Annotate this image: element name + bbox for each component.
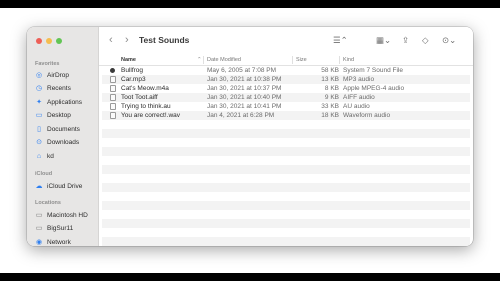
home-icon: ⌂ <box>36 152 42 160</box>
file-kind: AIFF audio <box>343 94 375 101</box>
disk-icon: ▭ <box>35 225 43 232</box>
empty-row <box>102 228 470 237</box>
sidebar-item-kd[interactable]: ⌂ kd <box>35 150 54 162</box>
sidebar-item-documents[interactable]: ▯ Documents <box>35 123 80 135</box>
close-button[interactable] <box>36 38 42 44</box>
sidebar-item-label: AirDrop <box>47 71 70 79</box>
more-actions-icon[interactable]: ⊙⌄ <box>442 34 456 46</box>
empty-row <box>102 138 470 147</box>
sidebar-item-label: Applications <box>47 98 83 106</box>
sidebar-item-desktop[interactable]: ▭ Desktop <box>35 110 71 122</box>
sidebar-item-applications[interactable]: ✦ Applications <box>35 96 82 108</box>
sidebar-item-recents[interactable]: ◷ Recents <box>35 83 71 95</box>
column-divider[interactable] <box>339 56 340 64</box>
file-kind: MP3 audio <box>343 76 375 83</box>
download-icon: ⊙ <box>36 139 42 146</box>
zoom-button[interactable] <box>56 38 62 44</box>
sort-chevron-icon: ⌃ <box>197 57 202 63</box>
column-kind[interactable]: Kind <box>343 57 354 63</box>
empty-row <box>102 165 470 174</box>
table-row[interactable]: Trying to think.au Jan 30, 2021 at 10:41 … <box>102 102 470 111</box>
file-size: 8 KB <box>324 85 339 92</box>
sidebar: Favorites ◎ AirDrop ◷ Recents ✦ Applications ▭… <box>27 27 99 246</box>
screen-background: Favorites ◎ AirDrop ◷ Recents ✦ Applications ▭… <box>0 8 500 273</box>
sidebar-item-label: Documents <box>47 125 80 133</box>
minimize-button[interactable] <box>46 38 52 44</box>
forward-button[interactable]: › <box>125 33 129 47</box>
empty-row <box>102 210 470 219</box>
sidebar-section-locations: Locations <box>35 200 61 206</box>
sidebar-item-label: Downloads <box>47 139 80 146</box>
empty-row <box>102 183 470 192</box>
table-row[interactable]: Toot Toot.aiff Jan 30, 2021 at 10:40 PM 9 … <box>102 93 470 102</box>
column-name[interactable]: Name <box>121 57 136 63</box>
disk-icon: ▭ <box>35 211 43 219</box>
empty-row <box>102 219 470 228</box>
empty-row <box>102 120 470 129</box>
sidebar-item-bigsur11[interactable]: ▭ BigSur11 <box>35 223 74 235</box>
sidebar-item-airdrop[interactable]: ◎ AirDrop <box>35 69 69 81</box>
empty-row <box>102 147 470 156</box>
toolbar: ‹ › Test Sounds ☰⌃ ▦⌄ ⇪ ◇ ⊙⌄ ⌕ <box>99 27 473 54</box>
airdrop-icon: ◎ <box>35 71 43 79</box>
sidebar-section-favorites: Favorites <box>35 61 60 67</box>
empty-row <box>102 174 470 183</box>
file-kind: AU audio <box>343 103 370 110</box>
sidebar-item-label: Macintosh HD <box>47 211 88 219</box>
file-kind: System 7 Sound File <box>343 67 403 74</box>
file-size: 9 KB <box>324 94 339 101</box>
column-size[interactable]: Size <box>296 57 307 63</box>
back-button[interactable]: ‹ <box>109 33 113 47</box>
finder-window: Favorites ◎ AirDrop ◷ Recents ✦ Applications ▭… <box>27 27 473 246</box>
window-title: Test Sounds <box>139 35 190 45</box>
table-row[interactable]: You are correct!.wav Jan 4, 2021 at 6:28 … <box>102 111 470 120</box>
sidebar-item-label: Network <box>47 238 71 246</box>
sidebar-item-label: kd <box>47 152 54 160</box>
file-kind: Waveform audio <box>343 112 391 119</box>
file-size: 13 KB <box>321 76 339 83</box>
sidebar-item-label: iCloud Drive <box>47 182 83 190</box>
clock-icon: ◷ <box>35 85 43 92</box>
list-view-icon[interactable]: ☰⌃ <box>333 34 348 46</box>
sidebar-section-icloud: iCloud <box>35 171 53 177</box>
tag-icon[interactable]: ◇ <box>422 34 429 46</box>
sidebar-item-downloads[interactable]: ⊙ Downloads <box>35 137 79 149</box>
applications-icon: ✦ <box>36 98 42 106</box>
table-row[interactable]: Cat's Meow.m4a Jan 30, 2021 at 10:37 PM 8 … <box>102 84 470 93</box>
empty-row <box>102 192 470 201</box>
sidebar-item-label: BigSur11 <box>47 225 74 232</box>
empty-row <box>102 201 470 210</box>
table-row[interactable]: Car.mp3 Jan 30, 2021 at 10:38 PM 13 KB MP3 … <box>102 75 470 84</box>
column-header: Name ⌃ Date Modified Size Kind <box>99 54 473 66</box>
sidebar-item-network[interactable]: ◉ Network <box>35 236 71 246</box>
column-divider[interactable] <box>203 56 204 64</box>
sidebar-item-label: Recents <box>47 85 71 92</box>
empty-row <box>102 156 470 165</box>
sidebar-item-icloud-drive[interactable]: ☁ iCloud Drive <box>35 180 83 192</box>
cloud-icon: ☁ <box>35 182 43 190</box>
column-date-modified[interactable]: Date Modified <box>207 57 241 63</box>
empty-row <box>102 237 470 246</box>
sidebar-item-macintosh-hd[interactable]: ▭ Macintosh HD <box>35 209 88 221</box>
file-kind: Apple MPEG-4 audio <box>343 85 405 92</box>
file-size: 33 KB <box>321 103 339 110</box>
sidebar-item-label: Desktop <box>47 112 71 119</box>
desktop-icon: ▭ <box>35 112 43 119</box>
group-icon[interactable]: ▦⌄ <box>376 34 391 46</box>
table-row[interactable]: Bullfrog May 6, 2005 at 7:08 PM 58 KB Syste… <box>102 66 470 75</box>
file-list: Bullfrog May 6, 2005 at 7:08 PM 58 KB Syste… <box>99 66 473 246</box>
network-icon: ◉ <box>35 238 43 246</box>
document-icon: ▯ <box>37 125 41 133</box>
window-controls <box>36 38 62 44</box>
empty-row <box>102 129 470 138</box>
file-size: 18 KB <box>321 112 339 119</box>
column-divider[interactable] <box>292 56 293 64</box>
share-icon[interactable]: ⇪ <box>402 34 409 46</box>
file-size: 58 KB <box>321 67 339 74</box>
